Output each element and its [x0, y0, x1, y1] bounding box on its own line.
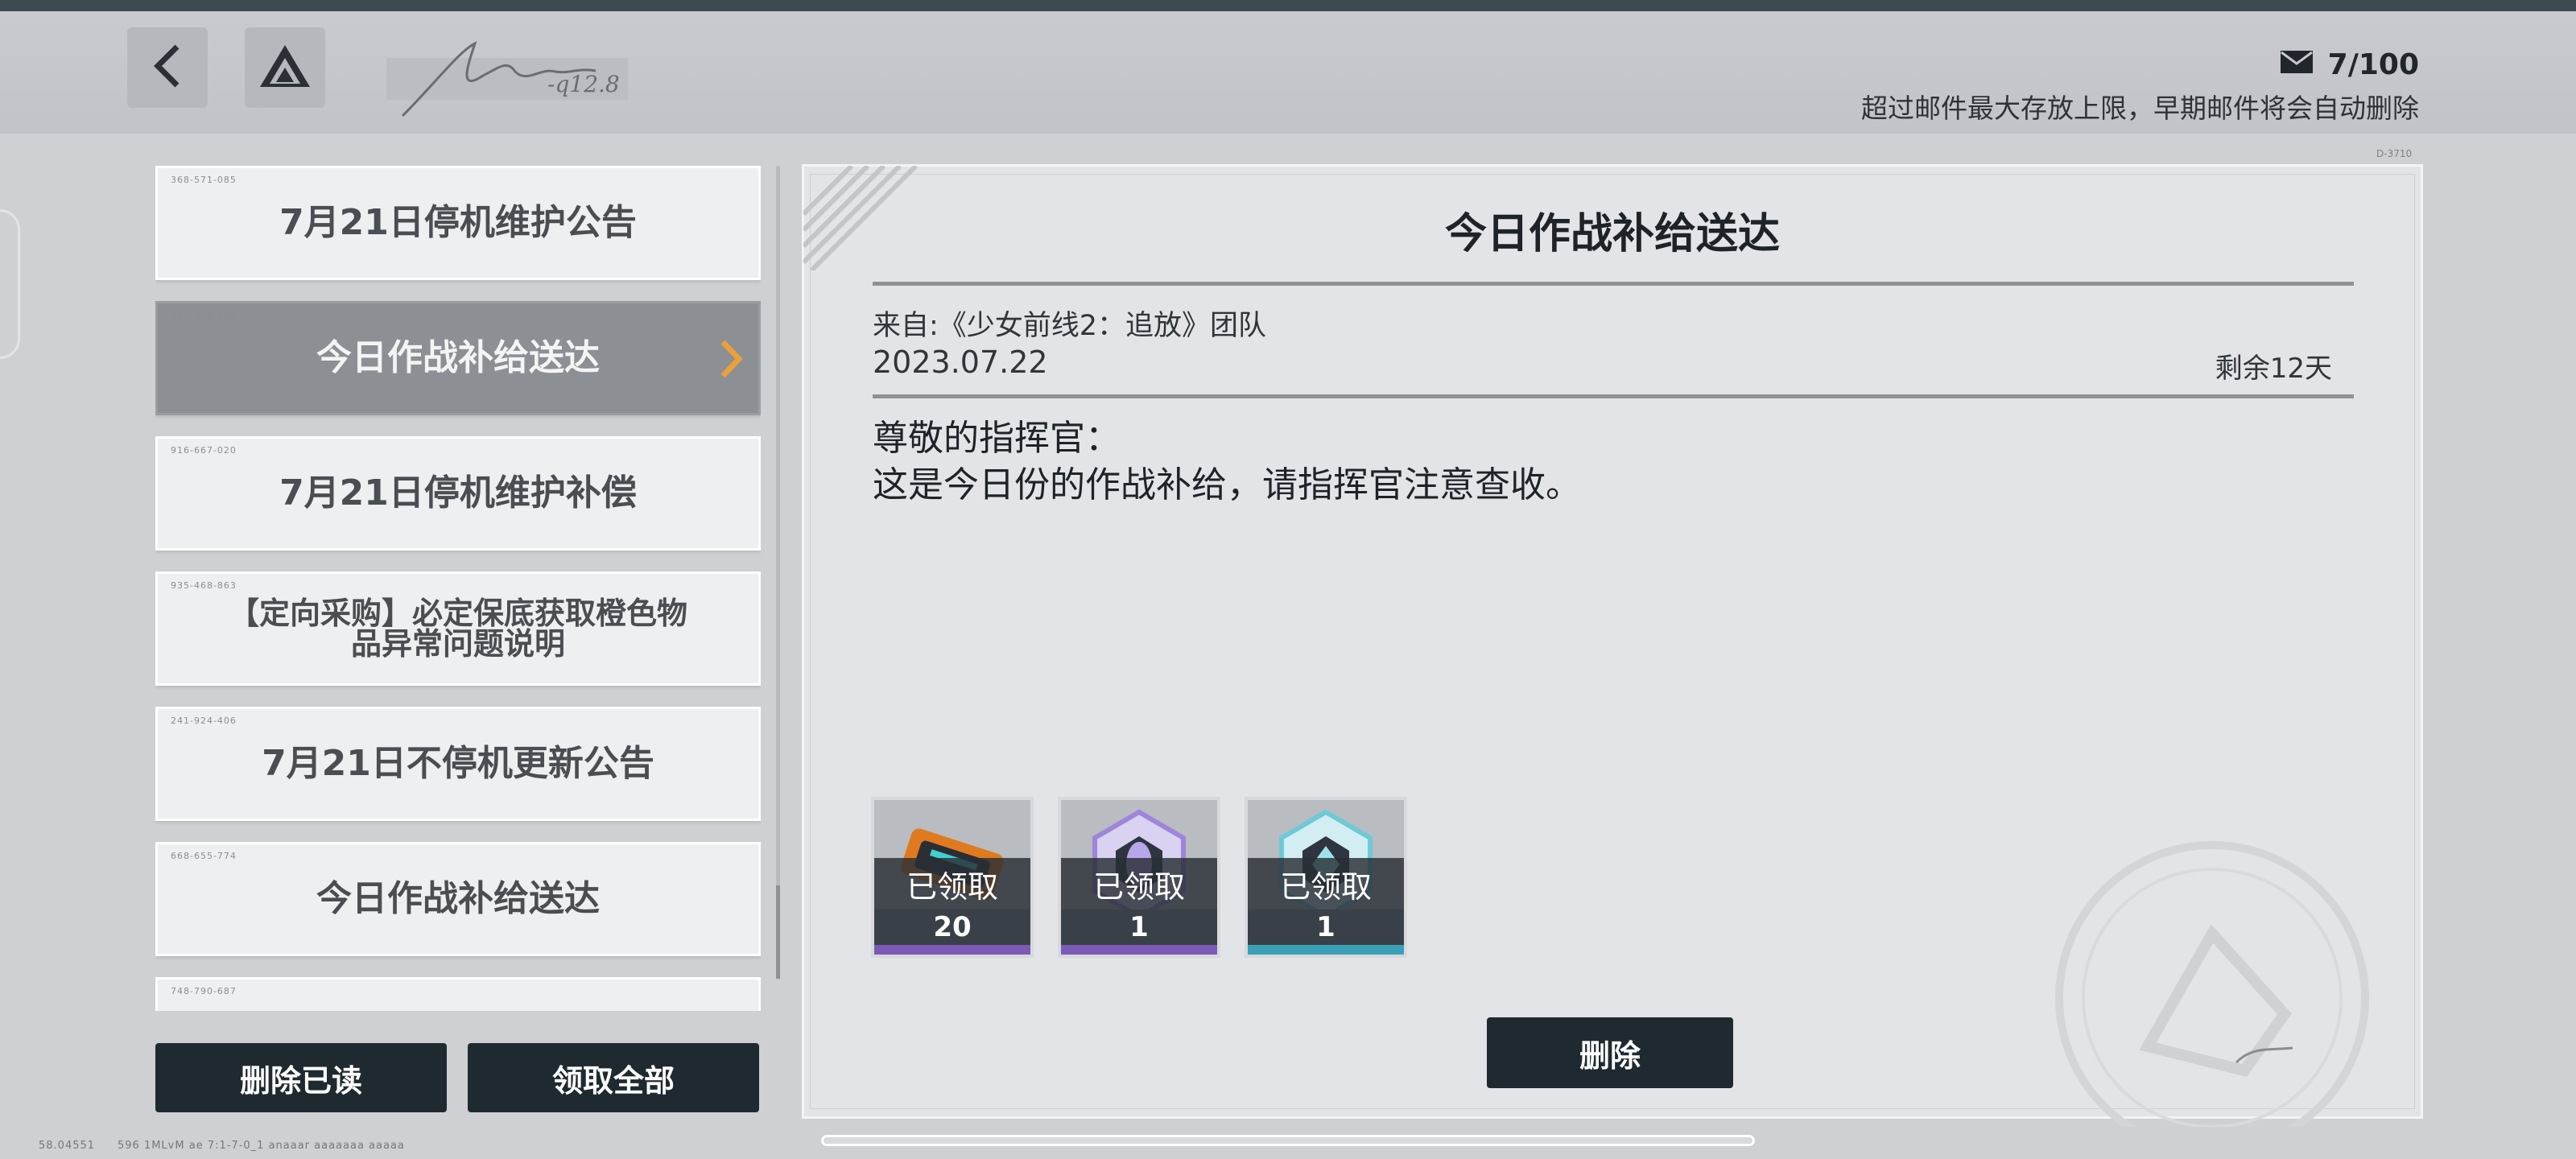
divider — [873, 282, 2354, 286]
mail-item-code: 748-790-687 — [171, 986, 237, 996]
mail-item-title-line1: 【定向采购】必定保底获取橙色物 — [228, 596, 687, 631]
svg-text:-q12.8: -q12.8 — [547, 71, 620, 97]
mail-sender: 来自:《少女前线2：追放》团队 — [873, 310, 1267, 342]
corner-code: D-3710 — [2376, 148, 2413, 159]
back-button[interactable] — [127, 27, 208, 108]
mail-item-title-line2: 品异常问题说明 — [350, 626, 565, 662]
mail-item-title: 7月21日停机维护补偿 — [279, 472, 637, 514]
mail-list-item[interactable]: 935-468-863 【定向采购】必定保底获取橙色物 品异常问题说明 — [155, 571, 761, 686]
mail-detail-title: 今日作战补给送达 — [1444, 210, 1780, 258]
rarity-bar — [1248, 945, 1404, 955]
list-scrollbar-track[interactable] — [776, 166, 780, 979]
mail-item-title: 今日作战补给送达 — [316, 878, 600, 919]
footer-code-left: 58.04551 — [39, 1140, 96, 1152]
list-scrollbar-thumb[interactable] — [776, 885, 780, 979]
chevron-left-icon — [151, 42, 184, 93]
claimed-label: 已领取 — [1248, 858, 1404, 909]
triangle-logo-icon — [258, 43, 312, 92]
mail-item-title: 7月21日不停机更新公告 — [262, 743, 654, 784]
rarity-bar — [874, 945, 1030, 955]
header-bar: -q12.8 7/100 超过邮件最大存放上限，早期邮件将会自动删除 — [0, 11, 2576, 134]
rarity-bar — [1061, 945, 1217, 955]
mail-remaining-days: 剩余12天 — [2215, 353, 2332, 385]
divider — [873, 394, 2354, 398]
mail-body-text: 这是今日份的作战补给，请指挥官注意查收。 — [873, 464, 1581, 505]
mail-item-title: 7月21日停机维护公告 — [279, 202, 637, 243]
envelope-icon — [2280, 48, 2314, 81]
decorative-side-bracket — [0, 209, 20, 359]
horizontal-scrollbar[interactable] — [821, 1135, 1755, 1146]
mail-count-text: 7/100 — [2327, 48, 2419, 81]
reward-item[interactable]: 已领取 1 — [1058, 797, 1220, 958]
top-status-strip — [0, 0, 2576, 11]
reward-item[interactable]: 已领取 20 — [871, 797, 1034, 958]
mail-item-code: 368-571-085 — [171, 175, 237, 185]
mail-item-code: 668-655-774 — [171, 851, 237, 861]
mail-item-code: 045-826-128 — [171, 310, 237, 320]
claim-all-button[interactable]: 领取全部 — [468, 1043, 759, 1112]
mail-list-item[interactable]: 916-667-020 7月21日停机维护补偿 — [155, 436, 761, 551]
chevron-right-icon — [716, 339, 745, 382]
mail-item-code: 935-468-863 — [171, 580, 237, 591]
delete-read-button[interactable]: 删除已读 — [155, 1043, 447, 1112]
mail-item-code: 241-924-406 — [171, 716, 237, 726]
mail-list-item[interactable]: 368-571-085 7月21日停机维护公告 — [155, 166, 761, 280]
mail-body-greeting: 尊敬的指挥官： — [873, 418, 1121, 459]
mail-list-item-selected[interactable]: 045-826-128 今日作战补给送达 — [155, 301, 761, 415]
mail-limit-note: 超过邮件最大存放上限，早期邮件将会自动删除 — [1861, 93, 2419, 124]
delete-button[interactable]: 删除 — [1487, 1017, 1733, 1088]
home-button[interactable] — [245, 27, 325, 108]
claimed-label: 已领取 — [1061, 858, 1217, 909]
reward-count: 20 — [874, 909, 1030, 945]
footer-text-left: 596 1MLvM ae 7:1-7-0_1 anaaar aaaaaaa aa… — [118, 1140, 405, 1152]
reward-item[interactable]: 已领取 1 — [1245, 797, 1407, 958]
mail-item-code: 916-667-020 — [171, 445, 237, 456]
mail-list-item[interactable]: 668-655-774 今日作战补给送达 — [155, 842, 761, 956]
reward-count: 1 — [1061, 909, 1217, 945]
mail-count: 7/100 — [2280, 48, 2419, 81]
decorative-stamp — [2051, 837, 2373, 1155]
signature-graphic: -q12.8 — [386, 35, 644, 127]
mail-list-item[interactable]: 241-924-406 7月21日不停机更新公告 — [155, 707, 761, 821]
reward-count: 1 — [1248, 909, 1404, 945]
mail-list-item[interactable]: 748-790-687 — [155, 977, 761, 1011]
mail-list: 368-571-085 7月21日停机维护公告 045-826-128 今日作战… — [155, 166, 761, 1011]
mail-body: 尊敬的指挥官： 这是今日份的作战补给，请指挥官注意查收。 — [873, 415, 1581, 509]
claimed-label: 已领取 — [874, 858, 1030, 909]
mail-item-title: 今日作战补给送达 — [316, 337, 600, 378]
mail-date: 2023.07.22 — [873, 344, 1048, 380]
